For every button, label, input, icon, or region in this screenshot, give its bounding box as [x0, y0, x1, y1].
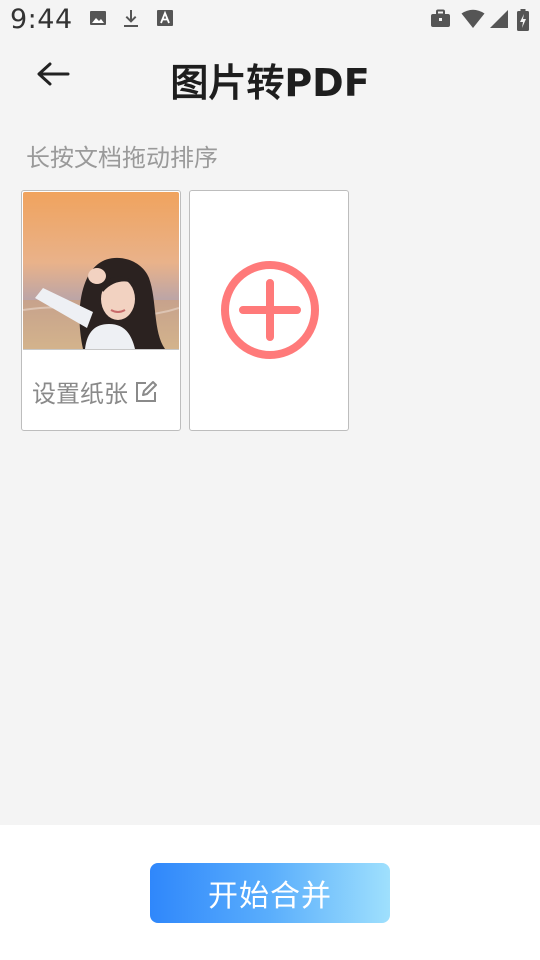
sunset-portrait-photo — [23, 192, 179, 349]
edit-icon — [136, 380, 157, 402]
document-thumbnail[interactable] — [23, 192, 179, 350]
wifi-icon — [461, 9, 485, 28]
status-bar: 9:44 — [0, 0, 540, 40]
paper-setting-button[interactable]: 设置纸张 — [32, 374, 158, 409]
status-time: 9:44 — [10, 4, 73, 35]
bottom-action-bar: 开始合并 — [0, 825, 540, 960]
add-image-button[interactable] — [189, 190, 349, 431]
briefcase-icon — [431, 9, 450, 27]
download-icon — [124, 10, 138, 27]
start-merge-button[interactable]: 开始合并 — [150, 863, 390, 923]
image-icon — [90, 11, 106, 25]
font-icon — [157, 10, 173, 26]
page-title: 图片转PDF — [170, 61, 370, 105]
sort-hint: 长按文档拖动排序 — [26, 144, 218, 172]
app-header: 图片转PDF — [0, 40, 540, 110]
document-card[interactable]: 设置纸张 — [21, 190, 181, 431]
paper-setting-label: 设置纸张 — [32, 380, 128, 408]
battery-charging-icon — [517, 9, 529, 31]
signal-icon — [490, 10, 508, 28]
plus-circle-icon — [221, 261, 319, 359]
